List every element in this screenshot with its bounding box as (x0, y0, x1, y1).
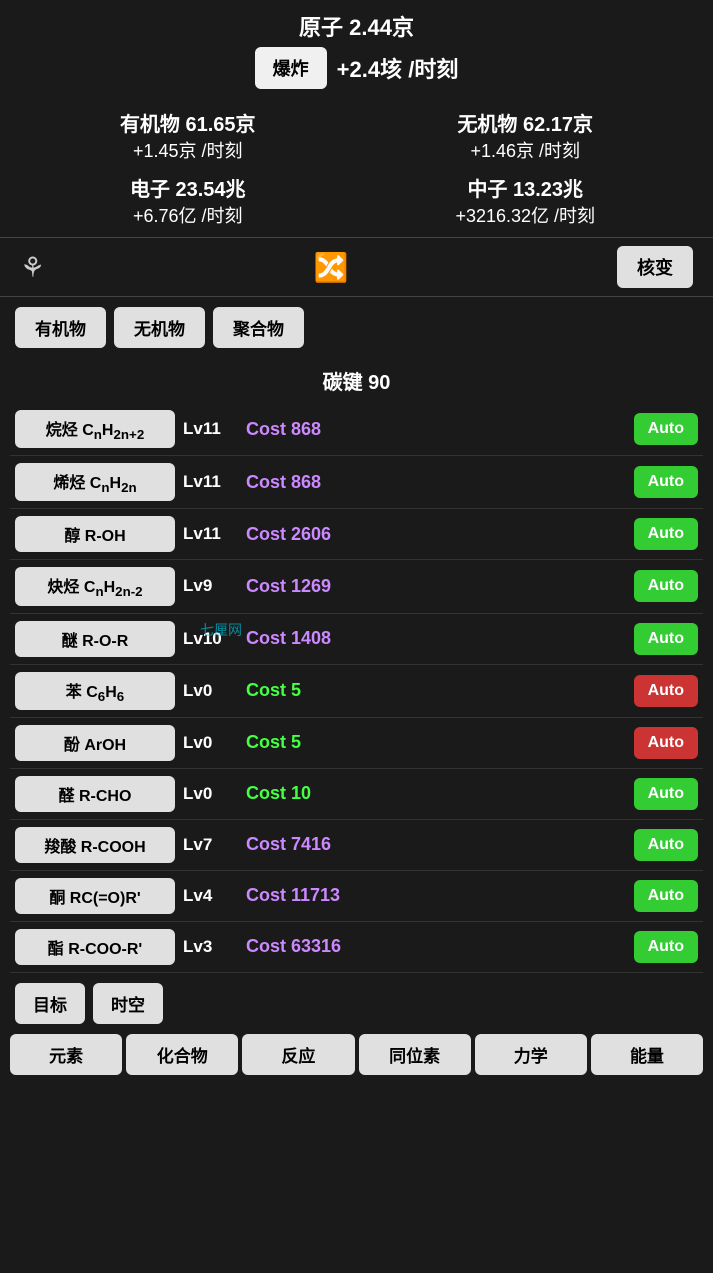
electron-block: 电子 23.54兆 +6.76亿 /时刻 (20, 169, 356, 232)
auto-button[interactable]: Auto (634, 570, 698, 602)
reaction-button[interactable]: 反应 (242, 1034, 354, 1075)
auto-button[interactable]: Auto (634, 623, 698, 655)
item-level: Lv11 (183, 419, 238, 439)
item-cost: Cost 1408 (246, 628, 626, 649)
tab-bar: 有机物 无机物 聚合物 (0, 297, 713, 358)
auto-button[interactable]: Auto (634, 829, 698, 861)
item-name: 酮 RC(=O)R' (15, 878, 175, 914)
auto-button[interactable]: Auto (634, 727, 698, 759)
energy-button[interactable]: 能量 (591, 1034, 703, 1075)
item-level: Lv11 (183, 472, 238, 492)
table-row: 醚 R-O-R Lv10 Cost 1408 Auto (10, 614, 703, 665)
tab-polymer[interactable]: 聚合物 (213, 307, 304, 348)
organic-label: 有机物 61.65京 (20, 108, 356, 137)
auto-button[interactable]: Auto (634, 931, 698, 963)
item-cost: Cost 868 (246, 472, 626, 493)
organic-block: 有机物 61.65京 +1.45京 /时刻 (20, 104, 356, 167)
auto-button[interactable]: Auto (634, 413, 698, 445)
organic-rate: +1.45京 /时刻 (20, 137, 356, 163)
table-row: 酮 RC(=O)R' Lv4 Cost 11713 Auto (10, 871, 703, 922)
nuclear-button[interactable]: 核变 (617, 246, 693, 288)
inorganic-label: 无机物 62.17京 (358, 108, 694, 137)
table-row: 烷烃 CnH2n+2 Lv11 Cost 868 Auto (10, 403, 703, 456)
bottom-nav-2: 元素 化合物 反应 同位素 力学 能量 (0, 1029, 713, 1085)
item-cost: Cost 868 (246, 419, 626, 440)
tab-organic[interactable]: 有机物 (15, 307, 106, 348)
shuffle-icon: 🔀 (314, 251, 349, 284)
auto-button[interactable]: Auto (634, 880, 698, 912)
middle-controls: ⚘ 🔀 核变 (0, 237, 713, 297)
item-level: Lv3 (183, 937, 238, 957)
inorganic-block: 无机物 62.17京 +1.46京 /时刻 (358, 104, 694, 167)
table-row: 炔烃 CnH2n-2 Lv9 Cost 1269 Auto (10, 560, 703, 613)
item-level: Lv7 (183, 835, 238, 855)
element-button[interactable]: 元素 (10, 1034, 122, 1075)
atom-label: 原子 2.44京 (15, 10, 698, 42)
item-level: Lv0 (183, 681, 238, 701)
items-list: 烷烃 CnH2n+2 Lv11 Cost 868 Auto 烯烃 CnH2n L… (0, 403, 713, 973)
item-cost: Cost 63316 (246, 936, 626, 957)
item-cost: Cost 11713 (246, 885, 626, 906)
item-name: 酚 ArOH (15, 725, 175, 761)
auto-button[interactable]: Auto (634, 675, 698, 707)
item-name: 酯 R-COO-R' (15, 929, 175, 965)
item-level: Lv4 (183, 886, 238, 906)
explode-button[interactable]: 爆炸 (255, 47, 327, 89)
item-cost: Cost 10 (246, 783, 626, 804)
auto-button[interactable]: Auto (634, 778, 698, 810)
table-row: 羧酸 R-COOH Lv7 Cost 7416 Auto (10, 820, 703, 871)
item-level: Lv11 (183, 524, 238, 544)
item-name: 烯烃 CnH2n (15, 463, 175, 501)
item-name: 炔烃 CnH2n-2 (15, 567, 175, 605)
item-cost: Cost 5 (246, 680, 626, 701)
header-section: 原子 2.44京 爆炸 +2.4垓 /时刻 (0, 0, 713, 99)
item-cost: Cost 7416 (246, 834, 626, 855)
top-stats: 有机物 61.65京 +1.45京 /时刻 无机物 62.17京 +1.46京 … (0, 99, 713, 237)
atom-rate: +2.4垓 /时刻 (337, 52, 459, 84)
item-name: 醛 R-CHO (15, 776, 175, 812)
tab-inorganic[interactable]: 无机物 (114, 307, 205, 348)
compound-button[interactable]: 化合物 (126, 1034, 238, 1075)
item-name: 羧酸 R-COOH (15, 827, 175, 863)
item-cost: Cost 1269 (246, 576, 626, 597)
item-level: Lv0 (183, 733, 238, 753)
table-row: 醛 R-CHO Lv0 Cost 10 Auto (10, 769, 703, 820)
auto-button[interactable]: Auto (634, 518, 698, 550)
item-level: Lv10 (183, 629, 238, 649)
inorganic-rate: +1.46京 /时刻 (358, 137, 694, 163)
item-level: Lv9 (183, 576, 238, 596)
spacetime-button[interactable]: 时空 (93, 983, 163, 1024)
gear-icon: ⚘ (20, 251, 45, 284)
neutron-rate: +3216.32亿 /时刻 (358, 202, 694, 228)
item-name: 醚 R-O-R (15, 621, 175, 657)
table-row: 酚 ArOH Lv0 Cost 5 Auto (10, 718, 703, 769)
item-name: 烷烃 CnH2n+2 (15, 410, 175, 448)
item-cost: Cost 5 (246, 732, 626, 753)
electron-rate: +6.76亿 /时刻 (20, 202, 356, 228)
table-row: 苯 C6H6 Lv0 Cost 5 Auto (10, 665, 703, 718)
goal-button[interactable]: 目标 (15, 983, 85, 1024)
mechanics-button[interactable]: 力学 (475, 1034, 587, 1075)
auto-button[interactable]: Auto (634, 466, 698, 498)
item-level: Lv0 (183, 784, 238, 804)
table-row: 醇 R-OH Lv11 Cost 2606 Auto (10, 509, 703, 560)
item-name: 苯 C6H6 (15, 672, 175, 710)
bottom-nav-1: 目标 时空 (0, 973, 713, 1029)
item-name: 醇 R-OH (15, 516, 175, 552)
isotope-button[interactable]: 同位素 (359, 1034, 471, 1075)
table-row: 酯 R-COO-R' Lv3 Cost 63316 Auto (10, 922, 703, 973)
neutron-block: 中子 13.23兆 +3216.32亿 /时刻 (358, 169, 694, 232)
electron-label: 电子 23.54兆 (20, 173, 356, 202)
section-title: 碳键 90 (0, 358, 713, 403)
neutron-label: 中子 13.23兆 (358, 173, 694, 202)
item-cost: Cost 2606 (246, 524, 626, 545)
table-row: 烯烃 CnH2n Lv11 Cost 868 Auto (10, 456, 703, 509)
